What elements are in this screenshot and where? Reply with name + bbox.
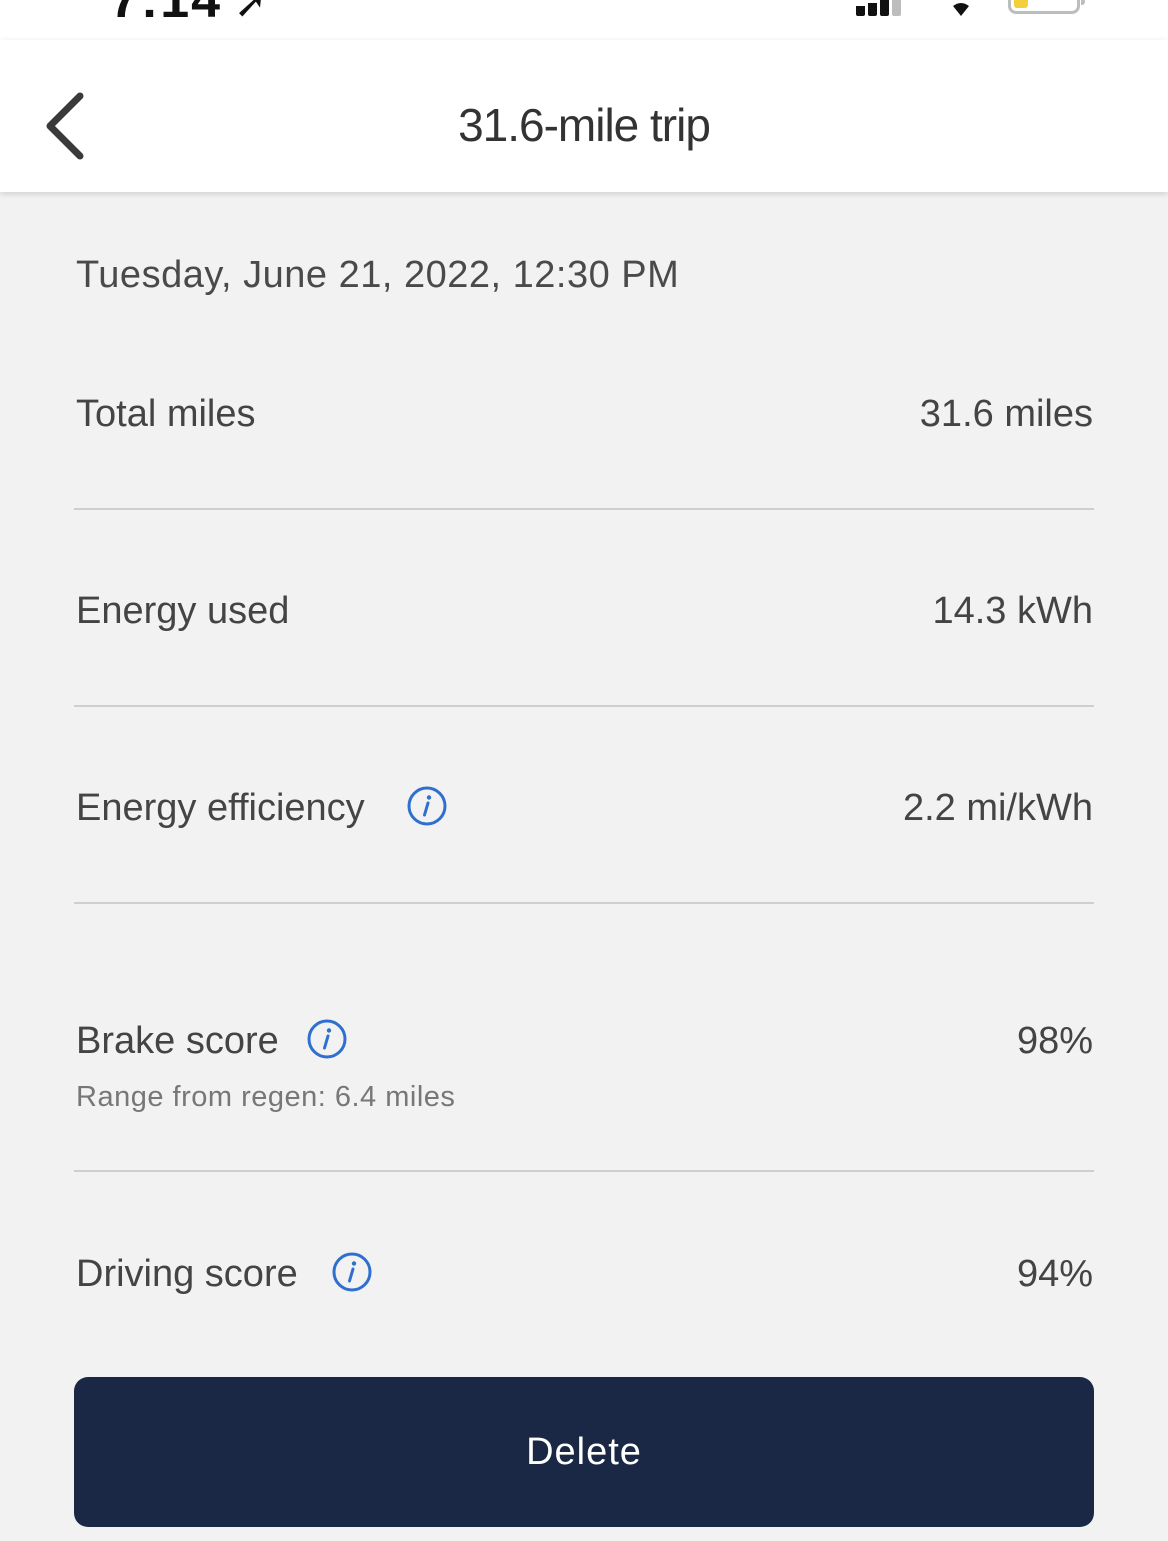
driving-score-info-icon[interactable] bbox=[332, 1252, 372, 1292]
status-bar: 7:14 ➚ bbox=[0, 0, 1168, 40]
wifi-icon bbox=[953, 3, 969, 16]
divider bbox=[74, 705, 1094, 707]
total-miles-value: 31.6 miles bbox=[919, 393, 1093, 435]
battery-icon bbox=[1008, 0, 1085, 14]
delete-button-label: Delete bbox=[526, 1430, 642, 1473]
driving-score-value: 94% bbox=[1016, 1253, 1093, 1295]
energy-efficiency-value: 2.2 mi/kWh bbox=[902, 787, 1093, 829]
total-miles-label: Total miles bbox=[76, 393, 256, 435]
location-arrow-icon: ➚ bbox=[234, 0, 270, 26]
energy-efficiency-label: Energy efficiency bbox=[76, 787, 365, 829]
energy-used-value: 14.3 kWh bbox=[932, 590, 1093, 632]
brake-score-value: 98% bbox=[1016, 1020, 1093, 1062]
status-time: 7:14 ➚ bbox=[110, 0, 270, 30]
energy-used-label: Energy used bbox=[76, 590, 290, 632]
cellular-signal-icon bbox=[856, 0, 916, 16]
trip-date: Tuesday, June 21, 2022, 12:30 PM bbox=[76, 254, 680, 296]
divider bbox=[74, 508, 1094, 510]
page-title: 31.6-mile trip bbox=[458, 99, 711, 151]
energy-efficiency-info-icon[interactable] bbox=[407, 786, 447, 826]
brake-score-info-icon[interactable] bbox=[307, 1019, 347, 1059]
driving-score-label: Driving score bbox=[76, 1253, 298, 1295]
brake-score-label: Brake score bbox=[76, 1020, 279, 1062]
range-from-regen-text: Range from regen: 6.4 miles bbox=[76, 1081, 456, 1113]
nav-header: 31.6-mile trip bbox=[0, 40, 1168, 192]
status-time-text: 7:14 bbox=[110, 0, 223, 29]
delete-button[interactable]: Delete bbox=[74, 1377, 1094, 1527]
divider bbox=[74, 902, 1094, 904]
divider bbox=[74, 1170, 1094, 1172]
